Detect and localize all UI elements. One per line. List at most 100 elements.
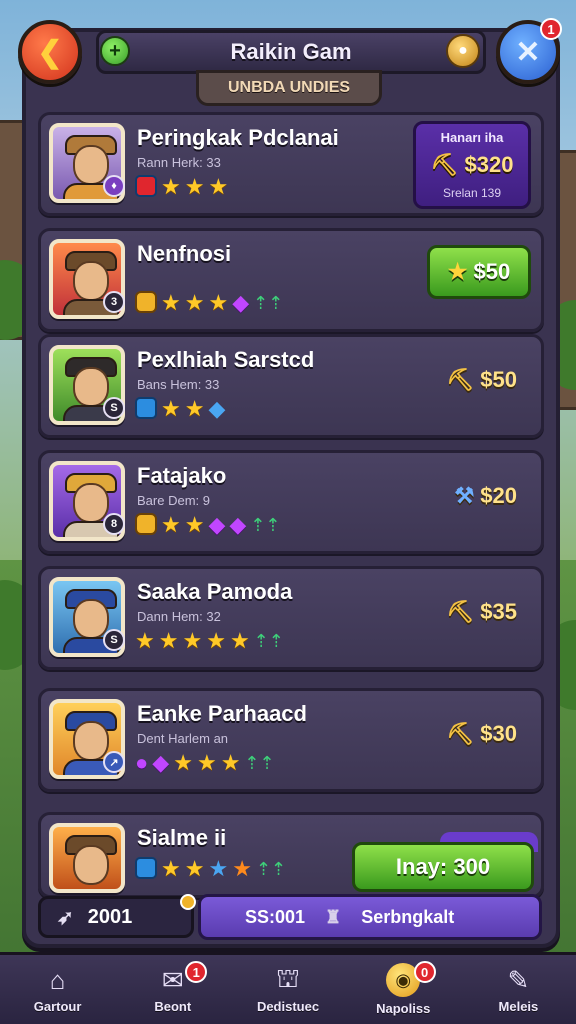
player-name: Peringkak Pdclanai <box>137 125 339 150</box>
gem-icon: ◆ <box>229 512 247 537</box>
buy-button[interactable]: Inay: 300 <box>352 842 534 892</box>
player-subtitle: Bare Dem: 9 <box>137 493 210 508</box>
gem-icon: ◆ <box>208 512 226 537</box>
upgrade-arrow-icon: ⇡⇡ <box>253 293 284 313</box>
pickaxe-icon: ⛏ <box>446 721 475 746</box>
notification-badge: 1 <box>540 18 562 40</box>
gem-icon: ◆ <box>152 750 170 775</box>
nav-item-shop[interactable]: ⛫ Dedistuec <box>230 955 345 1024</box>
nav-label: Meleis <box>498 999 539 1014</box>
nav-item-chat[interactable]: ✉ 1 Beont <box>115 955 230 1024</box>
buy-button[interactable]: ★ $50 <box>427 245 531 299</box>
player-subtitle: Bans Hem: 33 <box>137 377 220 392</box>
upgrade-arrow-icon: ⇡⇡ <box>244 753 275 773</box>
wolf-icon: ◆ <box>208 396 226 421</box>
chest-icon <box>135 857 157 879</box>
reward-icons: ★ ★ ★ ◆ ⇡⇡ <box>135 291 283 315</box>
star-icon: ★ <box>182 628 203 653</box>
bottom-nav: ⌂ Gartour ✉ 1 Beont ⛫ Dedistuec ◉ 0 Napo… <box>0 952 576 1024</box>
page-title: Raikin Gam <box>230 39 352 64</box>
close-x-icon: ✕ <box>515 35 541 69</box>
nav-label: Beont <box>154 999 192 1014</box>
featured-price-card[interactable]: Hanarı iha ⛏ $320 Srelan 139 <box>413 121 531 209</box>
level-badge: ↗ <box>103 751 125 773</box>
coin-icon[interactable]: ● <box>446 34 480 68</box>
chest-icon <box>135 175 157 197</box>
pickaxe-icon: ⛏ <box>446 599 475 624</box>
player-subtitle: Dent Harlem an <box>137 731 229 746</box>
list-item[interactable]: 8 Fatajako Bare Dem: 9 ★ ★ ◆ ◆ ⇡⇡ ⚒ $20 <box>38 450 544 554</box>
star-icon: ★ <box>232 856 252 881</box>
star-icon: ★ <box>196 750 217 775</box>
star-icon: ★ <box>161 396 181 421</box>
star-icon: ★ <box>447 259 468 284</box>
player-name: Sialme ii <box>137 825 227 850</box>
star-icon: ★ <box>184 174 205 199</box>
trophy-icon: ♜ <box>325 906 342 927</box>
player-subtitle: Rann Herk: 33 <box>137 155 221 170</box>
list-item[interactable]: ↗ Eanke Parhaacd Dent Harlem an ● ◆ ★ ★ … <box>38 688 544 792</box>
home-icon: ⌂ <box>49 964 66 995</box>
hammer-icon: ⚒ <box>454 483 475 508</box>
player-name: Saaka Pamoda <box>137 579 293 604</box>
chest-icon <box>135 397 157 419</box>
list-item[interactable]: S Pexlhiah Sarstcd Bans Hem: 33 ★ ★ ◆ ⛏ … <box>38 334 544 438</box>
edit-icon: ✎ <box>507 964 530 995</box>
nav-item-home[interactable]: ⌂ Gartour <box>0 955 115 1024</box>
notification-badge <box>180 894 196 910</box>
star-icon: ★ <box>184 290 205 315</box>
rank-action-label: Serbngkalt <box>361 906 455 927</box>
star-icon: ★ <box>173 750 193 775</box>
reward-icons: ★ ★ ◆ <box>135 397 225 421</box>
nav-label: Napoliss <box>376 1001 431 1016</box>
star-icon: ★ <box>135 628 155 653</box>
currency-balance[interactable]: ➶ 2001 <box>38 896 194 938</box>
price: ⛏ $320 <box>430 152 514 177</box>
notification-badge: 1 <box>185 961 208 983</box>
notification-badge: 0 <box>413 961 436 983</box>
plus-icon[interactable]: + <box>100 36 130 66</box>
bag-icon <box>135 291 157 313</box>
shop-icon: ⛫ <box>276 962 300 993</box>
nav-item-edit[interactable]: ✎ Meleis <box>461 955 576 1024</box>
star-icon: ★ <box>208 856 229 881</box>
nav-label: Dedistuec <box>256 999 320 1014</box>
nav-item-coins[interactable]: ◉ 0 Napoliss <box>346 955 461 1024</box>
orb-icon: ● <box>135 750 149 775</box>
price[interactable]: ⛏ $50 <box>446 367 517 393</box>
upgrade-arrow-icon: ⇡⇡ <box>255 859 287 879</box>
back-arrow-icon: ❮ <box>37 35 63 69</box>
price[interactable]: ⛏ $35 <box>446 599 517 625</box>
star-icon: ★ <box>184 856 205 881</box>
player-name: Eanke Parhaacd <box>137 701 307 726</box>
price[interactable]: ⛏ $30 <box>446 721 517 747</box>
star-icon: ★ <box>161 512 181 537</box>
reward-icons: ★ ★ ◆ ◆ ⇡⇡ <box>135 513 280 537</box>
pickaxe-icon: ⛏ <box>430 152 459 177</box>
list-item[interactable]: ♦ Peringkak Pdclanai Rann Herk: 33 ★ ★ ★… <box>38 112 544 216</box>
star-icon: ★ <box>184 512 205 537</box>
level-badge: ♦ <box>103 175 125 197</box>
reward-icons: ★ ★ ★ ★ ⇡⇡ <box>135 857 286 881</box>
list-item[interactable]: 3 Nenfnosi ★ ★ ★ ◆ ⇡⇡ ★ $50 <box>38 228 544 332</box>
star-icon: ★ <box>161 174 181 199</box>
level-badge: S <box>103 629 125 651</box>
reward-icons: ★ ★ ★ <box>135 175 228 199</box>
player-name: Nenfnosi <box>137 241 232 266</box>
star-icon: ★ <box>220 750 241 775</box>
pickaxe-icon: ⛏ <box>446 367 475 392</box>
rank-action-bar[interactable]: SS:001 ♜ Serbngkalt <box>198 894 542 940</box>
list-item[interactable]: S Saaka Pamoda Dann Hem: 32 ★ ★ ★ ★ ★ ⇡⇡… <box>38 566 544 670</box>
star-icon: ★ <box>229 628 250 653</box>
feather-icon: ➶ <box>57 906 74 929</box>
price[interactable]: ⚒ $20 <box>455 483 517 509</box>
star-icon: ★ <box>161 856 181 881</box>
featured-sub: Srelan 139 <box>442 186 502 200</box>
back-button[interactable]: ❮ <box>18 20 82 84</box>
section-ribbon: UNBDA UNDIES <box>196 70 382 106</box>
level-badge: S <box>103 397 125 419</box>
score-value: SS:001 <box>245 906 306 927</box>
star-icon: ★ <box>161 290 181 315</box>
level-badge: 3 <box>103 291 125 313</box>
avatar <box>49 823 125 893</box>
